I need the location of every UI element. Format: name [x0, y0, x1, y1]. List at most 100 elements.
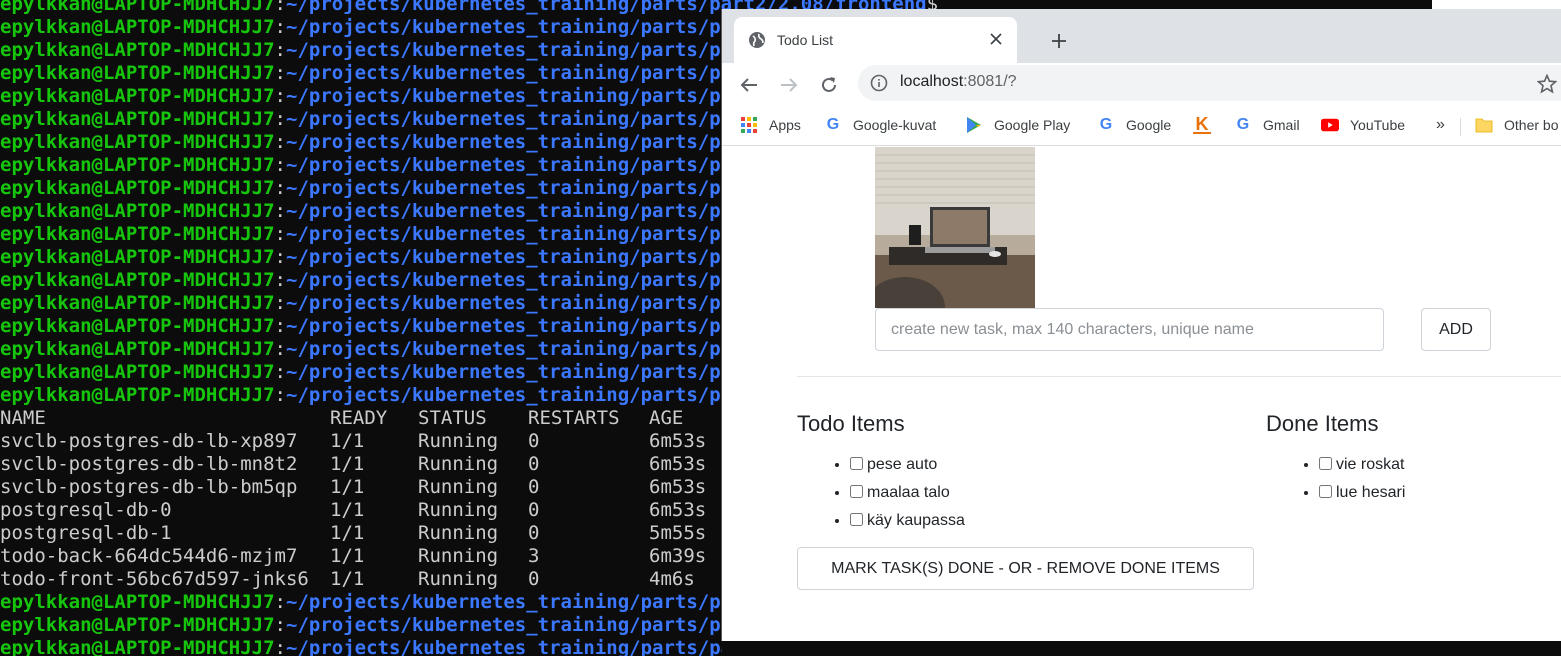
pod-age: 6m53s — [649, 476, 707, 498]
globe-icon — [749, 32, 765, 48]
prompt-path: ~/projects/kubernetes_training/parts/par… — [286, 361, 755, 383]
prompt-user: epylkkan@LAPTOP-MDHCHJJ7 — [0, 292, 275, 314]
prompt-path: ~/projects/kubernetes_training/parts/par… — [286, 591, 755, 613]
pod-status: Running — [418, 522, 499, 544]
todo-item-label: maalaa talo — [867, 484, 950, 501]
prompt-path: ~/projects/kubernetes_training/parts/par… — [286, 614, 755, 636]
tab-strip: Todo List — [722, 9, 1561, 63]
prompt-path: ~/projects/kubernetes_training/parts/par… — [286, 200, 755, 222]
prompt-colon: : — [274, 108, 286, 130]
header-name: NAME — [0, 407, 46, 429]
prompt-colon: : — [274, 62, 286, 84]
prompt-path: ~/projects/kubernetes_training/parts/par… — [286, 85, 755, 107]
prompt-user: epylkkan@LAPTOP-MDHCHJJ7 — [0, 614, 275, 636]
prompt-colon: : — [274, 614, 286, 636]
prompt-colon: : — [274, 315, 286, 337]
new-tab-icon[interactable] — [1046, 28, 1072, 54]
bookmark-apps[interactable]: Apps — [740, 112, 801, 138]
todo-item-label: käy kaupassa — [867, 512, 965, 529]
pod-ready: 1/1 — [330, 499, 365, 521]
list-item: käy kaupassa — [850, 509, 965, 537]
folder-icon — [1475, 116, 1493, 134]
pod-restarts: 3 — [528, 545, 540, 567]
done-checkbox[interactable] — [1319, 485, 1332, 498]
pod-age: 4m6s — [649, 568, 695, 590]
prompt-user: epylkkan@LAPTOP-MDHCHJJ7 — [0, 154, 275, 176]
bookmark-youtube[interactable]: YouTube — [1321, 112, 1405, 138]
todo-list: pese auto maalaa talo käy kaupassa — [850, 453, 965, 537]
pod-restarts: 0 — [528, 453, 540, 475]
done-items-heading: Done Items — [1266, 411, 1379, 436]
url-text: localhost:8081/? — [900, 73, 1017, 90]
prompt-path: ~/projects/kubernetes_training/parts/par… — [286, 315, 755, 337]
bookmark-k[interactable]: K — [1193, 112, 1222, 138]
prompt-colon: : — [274, 0, 286, 15]
bookmark-label: YouTube — [1350, 117, 1406, 133]
prompt-colon: : — [274, 16, 286, 38]
bookmark-label: Google — [1126, 117, 1172, 133]
list-item: pese auto — [850, 453, 965, 481]
prompt-path: ~/projects/kubernetes_training/parts/par… — [286, 16, 755, 38]
pod-name: postgresql-db-0 — [0, 499, 172, 521]
prompt-colon: : — [274, 292, 286, 314]
prompt-path: ~/projects/kubernetes_training/parts/par… — [286, 154, 755, 176]
mark-done-remove-button[interactable]: MARK TASK(S) DONE - OR - REMOVE DONE ITE… — [797, 547, 1254, 590]
pod-name: svclb-postgres-db-lb-xp897 — [0, 430, 298, 452]
pod-status: Running — [418, 476, 499, 498]
prompt-path: ~/projects/kubernetes_training/parts/par… — [286, 108, 755, 130]
bookmark-google[interactable]: G Google — [1097, 112, 1171, 138]
prompt-user: epylkkan@LAPTOP-MDHCHJJ7 — [0, 637, 275, 656]
prompt-colon: : — [274, 200, 286, 222]
info-icon[interactable] — [870, 74, 888, 92]
terminal-bottom-strip — [722, 641, 1561, 656]
prompt-colon: : — [274, 384, 286, 406]
bookmark-star-icon[interactable] — [1537, 74, 1557, 94]
todo-checkbox[interactable] — [850, 457, 863, 470]
bookmark-other-bookmarks[interactable]: Other bo — [1475, 112, 1558, 138]
pod-name: svclb-postgres-db-lb-bm5qp — [0, 476, 298, 498]
pod-ready: 1/1 — [330, 568, 365, 590]
pod-name: todo-front-56bc67d597-jnks6 — [0, 568, 309, 590]
pod-ready: 1/1 — [330, 522, 365, 544]
new-task-input[interactable] — [875, 308, 1384, 351]
prompt-user: epylkkan@LAPTOP-MDHCHJJ7 — [0, 0, 275, 15]
pod-status: Running — [418, 430, 499, 452]
bookmark-google-play[interactable]: Google Play — [965, 112, 1070, 138]
tab-todo-list[interactable]: Todo List — [734, 17, 1017, 63]
prompt-user: epylkkan@LAPTOP-MDHCHJJ7 — [0, 591, 275, 613]
youtube-icon — [1321, 116, 1339, 134]
close-tab-icon[interactable] — [985, 28, 1007, 50]
prompt-path: ~/projects/kubernetes_training/parts/par… — [286, 338, 755, 360]
forward-arrow-icon[interactable] — [776, 72, 802, 98]
prompt-user: epylkkan@LAPTOP-MDHCHJJ7 — [0, 85, 275, 107]
bookmark-google-kuvat[interactable]: G Google-kuvat — [824, 112, 937, 138]
pod-status: Running — [418, 499, 499, 521]
todo-checkbox[interactable] — [850, 485, 863, 498]
prompt-user: epylkkan@LAPTOP-MDHCHJJ7 — [0, 16, 275, 38]
prompt-user: epylkkan@LAPTOP-MDHCHJJ7 — [0, 200, 275, 222]
more-bookmarks-button[interactable]: » — [1436, 112, 1445, 138]
divider — [797, 376, 1561, 377]
prompt-colon: : — [274, 154, 286, 176]
prompt-path: ~/projects/kubernetes_training/parts/par… — [286, 223, 755, 245]
prompt-colon: : — [274, 85, 286, 107]
pod-age: 6m53s — [649, 453, 707, 475]
back-arrow-icon[interactable] — [736, 72, 762, 98]
done-item-label: vie roskat — [1336, 456, 1405, 473]
pod-age: 6m53s — [649, 430, 707, 452]
bookmark-gmail[interactable]: G Gmail — [1234, 112, 1300, 138]
reload-icon[interactable] — [816, 72, 842, 98]
add-button[interactable]: ADD — [1421, 308, 1491, 351]
prompt-user: epylkkan@LAPTOP-MDHCHJJ7 — [0, 361, 275, 383]
todo-checkbox[interactable] — [850, 513, 863, 526]
bookmarks-bar: Apps G Google-kuvat Google Play G Google… — [722, 106, 1561, 146]
todo-page: ADD Todo Items pese auto maalaa talo käy… — [722, 147, 1561, 641]
browser-toolbar: localhost:8081/? — [722, 63, 1561, 106]
done-checkbox[interactable] — [1319, 457, 1332, 470]
address-bar[interactable]: localhost:8081/? — [858, 65, 1561, 101]
k-logo-icon: K — [1193, 114, 1211, 134]
prompt-path: ~/projects/kubernetes_training/parts/par… — [286, 177, 755, 199]
pod-ready: 1/1 — [330, 545, 365, 567]
desktop-background — [1432, 0, 1561, 9]
prompt-colon: : — [274, 246, 286, 268]
